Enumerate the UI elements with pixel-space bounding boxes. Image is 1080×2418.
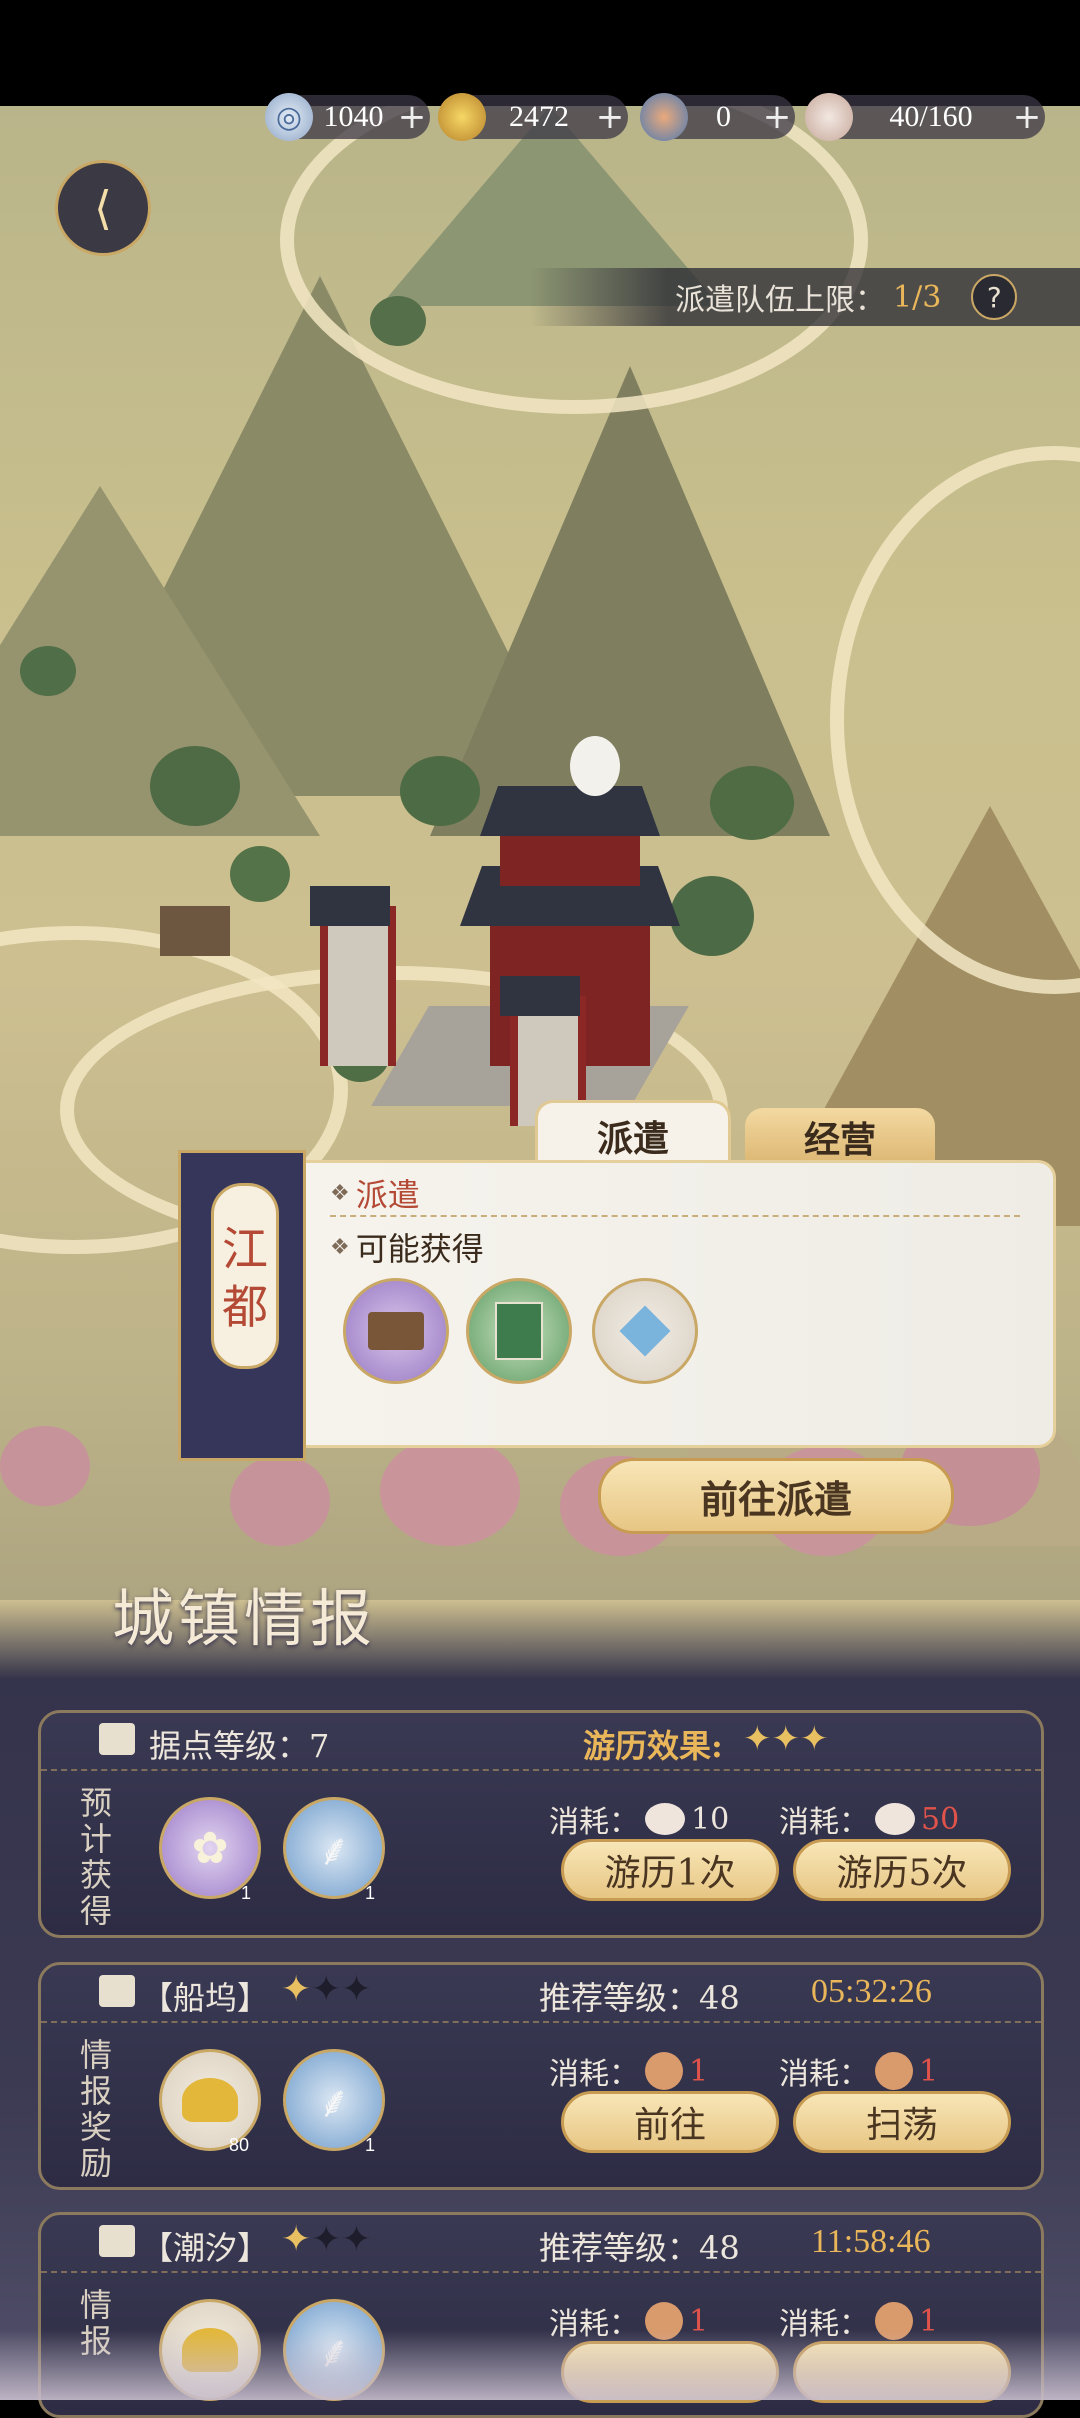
jiangdu-building[interactable] [310,706,690,1126]
dispatch-title-row: ❖ 派遣 [330,1170,420,1216]
cost-go: 消耗： 1 [549,2052,709,2092]
white-bird-icon [570,736,620,796]
reward-crystal-icon[interactable] [592,1278,698,1384]
bowl-icon [875,1803,915,1835]
jade-icon: ◎ [265,93,313,141]
travel-once-button[interactable]: 游历1次 [561,1839,779,1901]
resource-value: 40/160 [889,100,973,133]
dispatch-limit-value: 1/3 [893,279,942,315]
location-name: 【船坞】 [141,1979,270,2017]
dispatch-title: 派遣 [355,1176,420,1214]
city-banner: 江 都 [178,1150,306,1461]
diamond-bullet-icon: ❖ [330,1180,350,1206]
tab-manage[interactable]: 经营 [745,1108,935,1166]
bowl-icon [805,93,853,141]
recommended-level: 推荐等级：48 [539,1979,740,2017]
sweep-button[interactable]: 扫荡 [793,2091,1011,2153]
add-bowl-button[interactable]: + [1009,97,1045,137]
section-title: 城镇情报 [112,1582,377,1655]
travel-five-button[interactable]: 游历5次 [793,1839,1011,1901]
map-background [0,106,1080,1686]
dock-card: 【船坞】 ✦✦✦ 推荐等级：48 05:32:26 情报奖励 80 ⸙ 1 消耗… [38,1962,1044,2190]
bowl-icon [645,1803,685,1835]
effect-stars: ✦✦✦ [743,1719,829,1759]
location-name: 【潮汐】 [141,2229,270,2267]
side-label: 预计获得 [79,1784,112,1930]
add-jade-button[interactable]: + [394,97,430,137]
add-token-button[interactable]: + [759,97,795,137]
countdown-timer: 05:32:26 [811,1973,932,2010]
go-button[interactable]: 前往 [561,2091,779,2153]
countdown-timer: 11:58:46 [811,2223,931,2260]
book-icon [99,1723,135,1755]
rewards-title: 可能获得 [355,1230,484,1268]
go-dispatch-button[interactable]: 前往派遣 [598,1458,954,1534]
cost-5: 消耗： 50 [779,1801,960,1841]
fox-token-icon [875,2052,913,2090]
book-icon [99,1975,135,2007]
item-count: 80 [229,2135,250,2155]
dispatch-limit-label: 派遣队伍上限： [675,283,885,318]
tab-dispatch[interactable]: 派遣 [535,1100,731,1169]
resource-jade: ◎ 1040 + [265,93,430,141]
resource-value: 0 [716,100,731,133]
side-label: 情报奖励 [79,2036,112,2182]
difficulty-stars: ✦✦✦ [281,1969,372,2010]
stronghold-card: 据点等级：7 游历效果: ✦✦✦ 预计获得 ✿ 1 ⸙ 1 消耗： 10 消耗：… [38,1710,1044,1938]
resource-token: 0 + [640,93,795,141]
resource-bowl: 40/160 + [805,93,1045,141]
city-name-char-2: 都 [222,1280,268,1334]
fox-token-icon [640,93,688,141]
item-count: 1 [241,1883,252,1903]
travel-effect-label: 游历效果: [583,1727,723,1765]
difficulty-stars: ✦✦✦ [281,2219,372,2260]
diamond-bullet-icon: ❖ [330,1234,350,1260]
city-name-char-1: 江 [222,1222,268,1276]
back-button[interactable]: ⟨ [55,160,151,256]
resource-gold: 2472 + [438,93,628,141]
cost-sweep: 消耗： 1 [779,2052,939,2092]
rewards-title-row: ❖ 可能获得 [330,1224,484,1270]
item-count: 1 [365,1883,376,1903]
item-count: 1 [365,2135,376,2155]
help-button[interactable]: ? [971,274,1018,320]
back-arrow-icon: ⟨ [94,181,112,235]
fox-token-icon [645,2052,683,2090]
book-icon [99,2225,135,2257]
stronghold-level: 据点等级：7 [149,1727,330,1765]
resource-value: 2472 [509,100,569,133]
cost-1: 消耗： 10 [549,1801,730,1841]
dispatch-limit-bar: 派遣队伍上限： 1/3 ? [530,268,1080,326]
add-gold-button[interactable]: + [592,97,628,137]
reward-chest-icon[interactable] [343,1278,449,1384]
recommended-level: 推荐等级：48 [539,2229,740,2267]
reward-book-icon[interactable] [466,1278,572,1384]
gold-basket-icon [438,93,486,141]
resource-value: 1040 [323,100,384,133]
